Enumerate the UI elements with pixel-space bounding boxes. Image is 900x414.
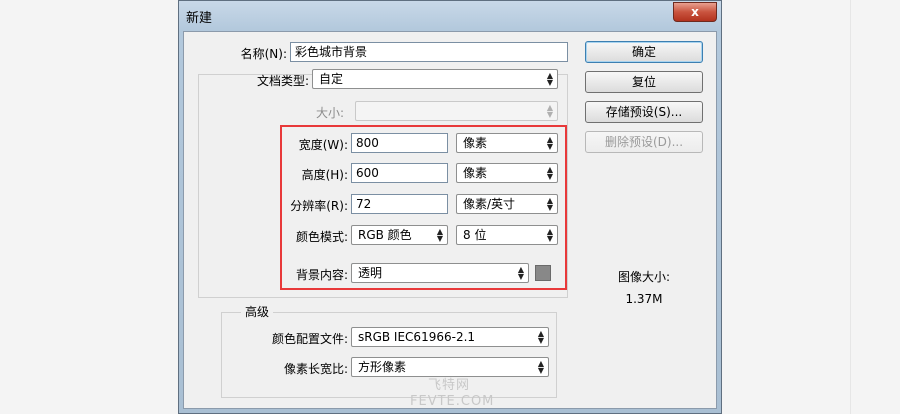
new-document-window: 新建 x 名称(N): 彩色城市背景 文档类型: 自定 ▲ ▼ 大小: ▲ ▼ 宽度… <box>178 0 722 414</box>
page-divider <box>850 0 851 414</box>
size-select[interactable]: ▲ ▼ <box>355 101 558 121</box>
doc-type-select[interactable]: 自定 ▲ ▼ <box>312 69 558 89</box>
delete-preset-button[interactable]: 删除预设(D)... <box>585 131 703 153</box>
watermark-text-cn: 飞特网 <box>428 378 471 393</box>
name-input-value: 彩色城市背景 <box>295 45 368 59</box>
dialog-body: 名称(N): 彩色城市背景 文档类型: 自定 ▲ ▼ 大小: ▲ ▼ 宽度(W): … <box>183 31 717 409</box>
window-title: 新建 <box>186 11 213 26</box>
color-profile-value: sRGB IEC61966-2.1 <box>358 330 476 344</box>
image-size-label: 图像大小: <box>617 270 671 284</box>
doc-type-updown-icon: ▲ ▼ <box>546 71 553 87</box>
reset-button[interactable]: 复位 <box>585 71 703 93</box>
doc-type-label: 文档类型: <box>256 74 309 88</box>
advanced-group-frame <box>221 312 557 398</box>
image-size-value: 1.37M <box>625 292 663 306</box>
ok-button[interactable]: 确定 <box>585 41 703 63</box>
close-icon: x <box>691 5 699 19</box>
color-profile-label: 颜色配置文件: <box>271 332 348 346</box>
save-preset-button[interactable]: 存储预设(S)... <box>585 101 703 123</box>
size-label: 大小: <box>315 106 344 120</box>
highlight-box <box>280 125 567 290</box>
close-button[interactable]: x <box>673 2 717 22</box>
name-input[interactable]: 彩色城市背景 <box>290 42 568 62</box>
page-background-left <box>0 0 178 414</box>
pixel-aspect-value: 方形像素 <box>358 360 407 374</box>
color-profile-select[interactable]: sRGB IEC61966-2.1 ▲ ▼ <box>351 327 549 347</box>
title-bar[interactable]: 新建 x <box>179 1 721 31</box>
advanced-group-title: 高级 <box>241 303 274 320</box>
pixel-aspect-updown-icon: ▲ ▼ <box>537 359 544 375</box>
color-profile-updown-icon: ▲ ▼ <box>537 329 544 345</box>
page-background-right <box>722 0 900 414</box>
name-label: 名称(N): <box>240 47 287 61</box>
pixel-aspect-label: 像素长宽比: <box>283 362 348 376</box>
size-updown-icon: ▲ ▼ <box>546 103 553 119</box>
doc-type-value: 自定 <box>319 72 344 86</box>
watermark-text-en: FEVTE.COM <box>410 394 495 409</box>
